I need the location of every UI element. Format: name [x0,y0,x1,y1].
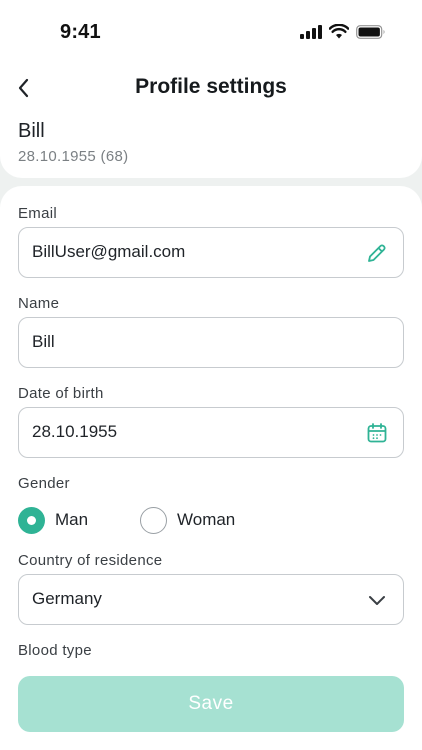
country-label: Country of residence [18,552,163,569]
gender-option-label: Man [55,510,89,529]
blood-type-label: Blood type [18,642,92,659]
nav-bar: Profile settings [0,66,422,110]
chevron-down-icon [369,596,385,605]
save-button[interactable]: Save [18,676,404,732]
page-title: Profile settings [135,75,287,98]
name-field[interactable]: Bill [18,317,404,368]
battery-icon [356,24,385,39]
radio-checked[interactable] [18,506,45,534]
gender-option-label: Woman [177,510,236,529]
calendar-icon[interactable] [365,421,389,445]
gender-option-man[interactable]: Man [18,506,88,534]
dob-label: Date of birth [18,385,104,402]
status-bar: 9:41 [0,0,422,66]
wifi-icon [329,24,349,39]
dob-value: 28.10.1955 [32,422,118,441]
name-label: Name [18,295,60,312]
profile-name: Bill [18,120,45,142]
email-value: BillUser@gmail.com [32,242,186,261]
radio-unchecked[interactable] [140,506,167,534]
dob-field[interactable]: 28.10.1955 [18,407,404,458]
signal-icon [300,24,322,39]
country-select[interactable]: Germany [18,574,404,625]
email-label: Email [18,205,58,222]
gender-option-woman[interactable]: Woman [140,506,235,534]
name-value: Bill [32,332,55,351]
status-time: 9:41 [60,21,101,43]
status-icons [300,24,386,39]
profile-dob: 28.10.1955 (68) [18,148,129,165]
email-field[interactable]: BillUser@gmail.com [18,227,404,278]
gender-label: Gender [18,475,70,492]
country-value: Germany [32,589,102,608]
edit-pencil-icon[interactable] [365,241,389,265]
